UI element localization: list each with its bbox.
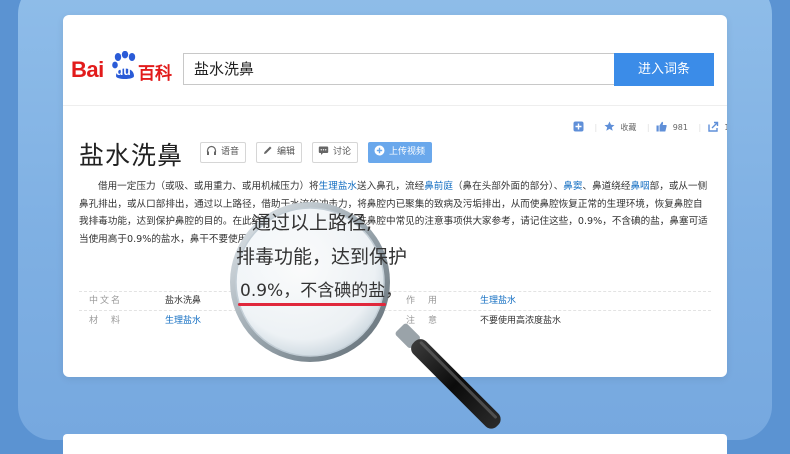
info-value: 盐水洗鼻 <box>165 296 202 306</box>
add-icon[interactable] <box>573 121 584 134</box>
search-input[interactable]: 盐水洗鼻 <box>183 53 615 85</box>
info-key: 材 料 <box>89 316 123 326</box>
magnifier-glass-icon <box>230 202 501 429</box>
discuss-button[interactable]: 讨论 <box>312 142 359 163</box>
link-nasal-vestibule[interactable]: 鼻前庭 <box>424 181 453 192</box>
magnified-line-3: 0.9%，不含碘的盐， <box>240 281 403 301</box>
star-icon[interactable] <box>604 121 615 134</box>
edit-button[interactable]: 编辑 <box>256 142 303 163</box>
header-bar: Bai du 百科 盐水洗鼻 进入词条 <box>63 15 727 106</box>
share-icon[interactable] <box>708 121 719 134</box>
logo-bai-text: Bai <box>71 57 104 82</box>
magnifier: 通过以上路径, 排毒功能，达到保护 0.9%，不含碘的盐， <box>228 200 548 446</box>
share-count: 154 <box>724 123 727 132</box>
highlight-underline <box>238 303 386 306</box>
summary-text: （鼻在头部外面的部分）、 <box>452 181 564 192</box>
summary-text: 借用一定压力（或吸、或用重力、或用机械压力）将 <box>98 181 319 192</box>
link-saline[interactable]: 生理盐水 <box>319 181 357 192</box>
edit-label: 编辑 <box>277 147 296 157</box>
chat-icon <box>318 146 329 155</box>
thumbs-up-icon[interactable] <box>656 121 667 134</box>
baidu-baike-logo[interactable]: Bai du 百科 <box>71 51 183 84</box>
divider: | <box>646 123 650 132</box>
entry-actions: | 收藏 | 981 | 154 <box>573 121 727 134</box>
entry-title: 盐水洗鼻 <box>79 141 184 170</box>
divider: | <box>594 123 598 132</box>
summary-text: 送入鼻孔，流经 <box>357 181 425 192</box>
link-nasopharynx[interactable]: 鼻咽 <box>630 181 649 192</box>
discuss-label: 讨论 <box>333 147 352 157</box>
magnified-line-1: 通过以上路径, <box>252 212 373 234</box>
logo-baike-text: 百科 <box>138 64 172 84</box>
like-count: 981 <box>672 123 688 132</box>
upload-video-button[interactable]: 上传视频 <box>368 142 433 163</box>
divider: | <box>698 123 702 132</box>
summary-text: 、鼻道绕经 <box>582 181 631 192</box>
enter-entry-button[interactable]: 进入词条 <box>614 53 714 86</box>
voice-label: 语音 <box>221 147 240 157</box>
logo-du-text: du <box>116 64 131 78</box>
info-key: 中文名 <box>89 296 123 306</box>
link-sinus[interactable]: 鼻窦 <box>563 181 582 192</box>
headphones-icon <box>206 145 217 155</box>
plus-circle-icon <box>374 145 385 156</box>
magnified-line-2: 排毒功能，达到保护 <box>236 246 408 268</box>
info-link[interactable]: 生理盐水 <box>165 313 201 326</box>
pencil-icon <box>264 146 272 154</box>
voice-button[interactable]: 语音 <box>200 142 247 163</box>
upload-video-label: 上传视频 <box>389 147 426 157</box>
collect-button[interactable]: 收藏 <box>620 122 636 133</box>
